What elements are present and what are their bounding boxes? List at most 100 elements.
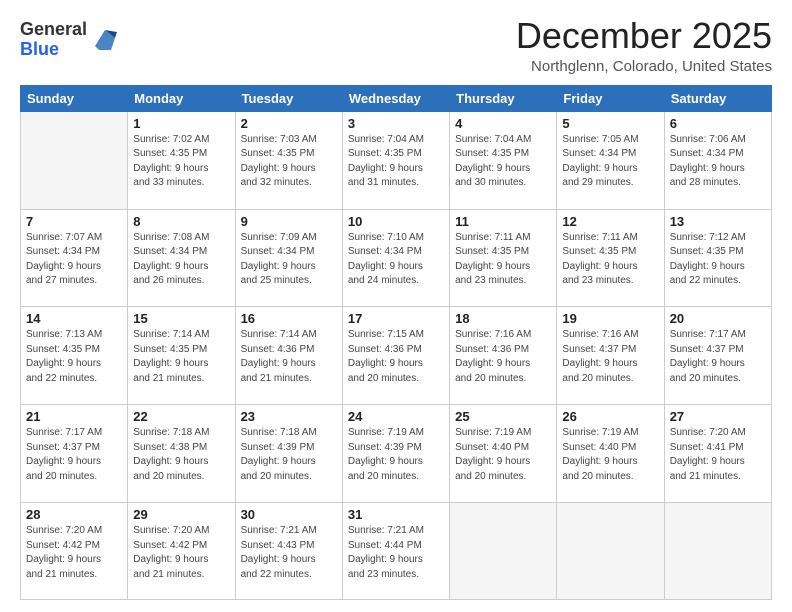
calendar-cell: 1Sunrise: 7:02 AMSunset: 4:35 PMDaylight… bbox=[128, 111, 235, 209]
calendar-cell: 9 Sunrise: 7:09 AMSunset: 4:34 PMDaylight… bbox=[235, 209, 342, 307]
day-number: 31 bbox=[348, 507, 444, 522]
day-info: Sunrise: 7:14 AMSunset: 4:36 PMDaylight:… bbox=[241, 328, 337, 386]
logo-general: General bbox=[20, 19, 87, 39]
calendar-cell: 12Sunrise: 7:11 AMSunset: 4:35 PMDayligh… bbox=[557, 209, 664, 307]
calendar-cell: 25Sunrise: 7:19 AMSunset: 4:40 PMDayligh… bbox=[450, 405, 557, 503]
calendar-cell: 20 Sunrise: 7:17 AMSunset: 4:37 PMDayligh… bbox=[664, 307, 771, 405]
calendar-cell: 8Sunrise: 7:08 AMSunset: 4:34 PMDaylight… bbox=[128, 209, 235, 307]
calendar-cell: 26 Sunrise: 7:19 AMSunset: 4:40 PMDayligh… bbox=[557, 405, 664, 503]
day-info: Sunrise: 7:18 AMSunset: 4:38 PMDaylight:… bbox=[133, 426, 229, 484]
page: General Blue December 2025 Northglenn, C… bbox=[0, 0, 792, 612]
weekday-header-sunday: Sunday bbox=[21, 85, 128, 111]
week-row-1: 1Sunrise: 7:02 AMSunset: 4:35 PMDaylight… bbox=[21, 111, 772, 209]
calendar-cell: 15Sunrise: 7:14 AMSunset: 4:35 PMDayligh… bbox=[128, 307, 235, 405]
day-info: Sunrise: 7:07 AMSunset: 4:34 PMDaylight:… bbox=[26, 231, 122, 289]
day-info: Sunrise: 7:11 AMSunset: 4:35 PMDaylight:… bbox=[455, 231, 551, 289]
day-info: Sunrise: 7:20 AMSunset: 4:42 PMDaylight:… bbox=[133, 524, 229, 582]
weekday-header-thursday: Thursday bbox=[450, 85, 557, 111]
day-number: 14 bbox=[26, 311, 122, 326]
calendar-cell: 28 Sunrise: 7:20 AMSunset: 4:42 PMDayligh… bbox=[21, 503, 128, 600]
day-number: 22 bbox=[133, 409, 229, 424]
day-info: Sunrise: 7:12 AMSunset: 4:35 PMDaylight:… bbox=[670, 231, 766, 289]
day-number: 7 bbox=[26, 214, 122, 229]
day-number: 18 bbox=[455, 311, 551, 326]
calendar-cell: 3Sunrise: 7:04 AMSunset: 4:35 PMDaylight… bbox=[342, 111, 449, 209]
day-number: 12 bbox=[562, 214, 658, 229]
day-number: 13 bbox=[670, 214, 766, 229]
day-number: 19 bbox=[562, 311, 658, 326]
day-number: 23 bbox=[241, 409, 337, 424]
calendar-cell: 21 Sunrise: 7:17 AMSunset: 4:37 PMDayligh… bbox=[21, 405, 128, 503]
day-info: Sunrise: 7:10 AMSunset: 4:34 PMDaylight:… bbox=[348, 231, 444, 289]
calendar-cell: 27 Sunrise: 7:20 AMSunset: 4:41 PMDayligh… bbox=[664, 405, 771, 503]
month-title: December 2025 bbox=[516, 16, 772, 56]
day-info: Sunrise: 7:13 AMSunset: 4:35 PMDaylight:… bbox=[26, 328, 122, 386]
day-number: 9 bbox=[241, 214, 337, 229]
weekday-header-row: SundayMondayTuesdayWednesdayThursdayFrid… bbox=[21, 85, 772, 111]
title-block: December 2025 Northglenn, Colorado, Unit… bbox=[516, 16, 772, 75]
day-number: 29 bbox=[133, 507, 229, 522]
day-info: Sunrise: 7:18 AMSunset: 4:39 PMDaylight:… bbox=[241, 426, 337, 484]
day-info: Sunrise: 7:21 AMSunset: 4:44 PMDaylight:… bbox=[348, 524, 444, 582]
calendar-cell bbox=[664, 503, 771, 600]
day-info: Sunrise: 7:19 AMSunset: 4:40 PMDaylight:… bbox=[455, 426, 551, 484]
day-info: Sunrise: 7:02 AMSunset: 4:35 PMDaylight:… bbox=[133, 133, 229, 191]
day-number: 24 bbox=[348, 409, 444, 424]
calendar-cell bbox=[557, 503, 664, 600]
day-info: Sunrise: 7:20 AMSunset: 4:41 PMDaylight:… bbox=[670, 426, 766, 484]
header: General Blue December 2025 Northglenn, C… bbox=[20, 16, 772, 75]
day-info: Sunrise: 7:21 AMSunset: 4:43 PMDaylight:… bbox=[241, 524, 337, 582]
logo: General Blue bbox=[20, 20, 119, 60]
day-number: 10 bbox=[348, 214, 444, 229]
week-row-5: 28 Sunrise: 7:20 AMSunset: 4:42 PMDayligh… bbox=[21, 503, 772, 600]
calendar-table: SundayMondayTuesdayWednesdayThursdayFrid… bbox=[20, 85, 772, 600]
calendar-cell: 7 Sunrise: 7:07 AMSunset: 4:34 PMDaylight… bbox=[21, 209, 128, 307]
day-info: Sunrise: 7:19 AMSunset: 4:39 PMDaylight:… bbox=[348, 426, 444, 484]
day-info: Sunrise: 7:14 AMSunset: 4:35 PMDaylight:… bbox=[133, 328, 229, 386]
calendar-cell: 11 Sunrise: 7:11 AMSunset: 4:35 PMDayligh… bbox=[450, 209, 557, 307]
calendar-cell: 31 Sunrise: 7:21 AMSunset: 4:44 PMDayligh… bbox=[342, 503, 449, 600]
calendar-cell: 29 Sunrise: 7:20 AMSunset: 4:42 PMDayligh… bbox=[128, 503, 235, 600]
day-info: Sunrise: 7:17 AMSunset: 4:37 PMDaylight:… bbox=[26, 426, 122, 484]
week-row-2: 7 Sunrise: 7:07 AMSunset: 4:34 PMDaylight… bbox=[21, 209, 772, 307]
day-info: Sunrise: 7:09 AMSunset: 4:34 PMDaylight:… bbox=[241, 231, 337, 289]
weekday-header-wednesday: Wednesday bbox=[342, 85, 449, 111]
location: Northglenn, Colorado, United States bbox=[516, 58, 772, 75]
day-info: Sunrise: 7:16 AMSunset: 4:36 PMDaylight:… bbox=[455, 328, 551, 386]
day-info: Sunrise: 7:20 AMSunset: 4:42 PMDaylight:… bbox=[26, 524, 122, 582]
week-row-3: 14 Sunrise: 7:13 AMSunset: 4:35 PMDayligh… bbox=[21, 307, 772, 405]
week-row-4: 21 Sunrise: 7:17 AMSunset: 4:37 PMDayligh… bbox=[21, 405, 772, 503]
day-number: 21 bbox=[26, 409, 122, 424]
day-number: 6 bbox=[670, 116, 766, 131]
logo-icon bbox=[91, 26, 119, 54]
weekday-header-tuesday: Tuesday bbox=[235, 85, 342, 111]
day-number: 26 bbox=[562, 409, 658, 424]
calendar-cell: 23 Sunrise: 7:18 AMSunset: 4:39 PMDayligh… bbox=[235, 405, 342, 503]
day-number: 5 bbox=[562, 116, 658, 131]
day-number: 11 bbox=[455, 214, 551, 229]
calendar-cell: 30 Sunrise: 7:21 AMSunset: 4:43 PMDayligh… bbox=[235, 503, 342, 600]
day-info: Sunrise: 7:06 AMSunset: 4:34 PMDaylight:… bbox=[670, 133, 766, 191]
calendar-cell: 24 Sunrise: 7:19 AMSunset: 4:39 PMDayligh… bbox=[342, 405, 449, 503]
day-number: 20 bbox=[670, 311, 766, 326]
calendar-cell: 4Sunrise: 7:04 AMSunset: 4:35 PMDaylight… bbox=[450, 111, 557, 209]
day-info: Sunrise: 7:04 AMSunset: 4:35 PMDaylight:… bbox=[348, 133, 444, 191]
weekday-header-friday: Friday bbox=[557, 85, 664, 111]
day-number: 30 bbox=[241, 507, 337, 522]
calendar-cell: 14 Sunrise: 7:13 AMSunset: 4:35 PMDayligh… bbox=[21, 307, 128, 405]
day-info: Sunrise: 7:08 AMSunset: 4:34 PMDaylight:… bbox=[133, 231, 229, 289]
weekday-header-monday: Monday bbox=[128, 85, 235, 111]
calendar-cell: 10 Sunrise: 7:10 AMSunset: 4:34 PMDayligh… bbox=[342, 209, 449, 307]
day-number: 28 bbox=[26, 507, 122, 522]
calendar-cell: 5 Sunrise: 7:05 AMSunset: 4:34 PMDaylight… bbox=[557, 111, 664, 209]
day-number: 27 bbox=[670, 409, 766, 424]
weekday-header-saturday: Saturday bbox=[664, 85, 771, 111]
day-info: Sunrise: 7:05 AMSunset: 4:34 PMDaylight:… bbox=[562, 133, 658, 191]
day-info: Sunrise: 7:16 AMSunset: 4:37 PMDaylight:… bbox=[562, 328, 658, 386]
calendar-cell: 16Sunrise: 7:14 AMSunset: 4:36 PMDayligh… bbox=[235, 307, 342, 405]
calendar-cell: 19 Sunrise: 7:16 AMSunset: 4:37 PMDayligh… bbox=[557, 307, 664, 405]
day-info: Sunrise: 7:19 AMSunset: 4:40 PMDaylight:… bbox=[562, 426, 658, 484]
calendar-cell bbox=[450, 503, 557, 600]
day-info: Sunrise: 7:17 AMSunset: 4:37 PMDaylight:… bbox=[670, 328, 766, 386]
calendar-cell bbox=[21, 111, 128, 209]
